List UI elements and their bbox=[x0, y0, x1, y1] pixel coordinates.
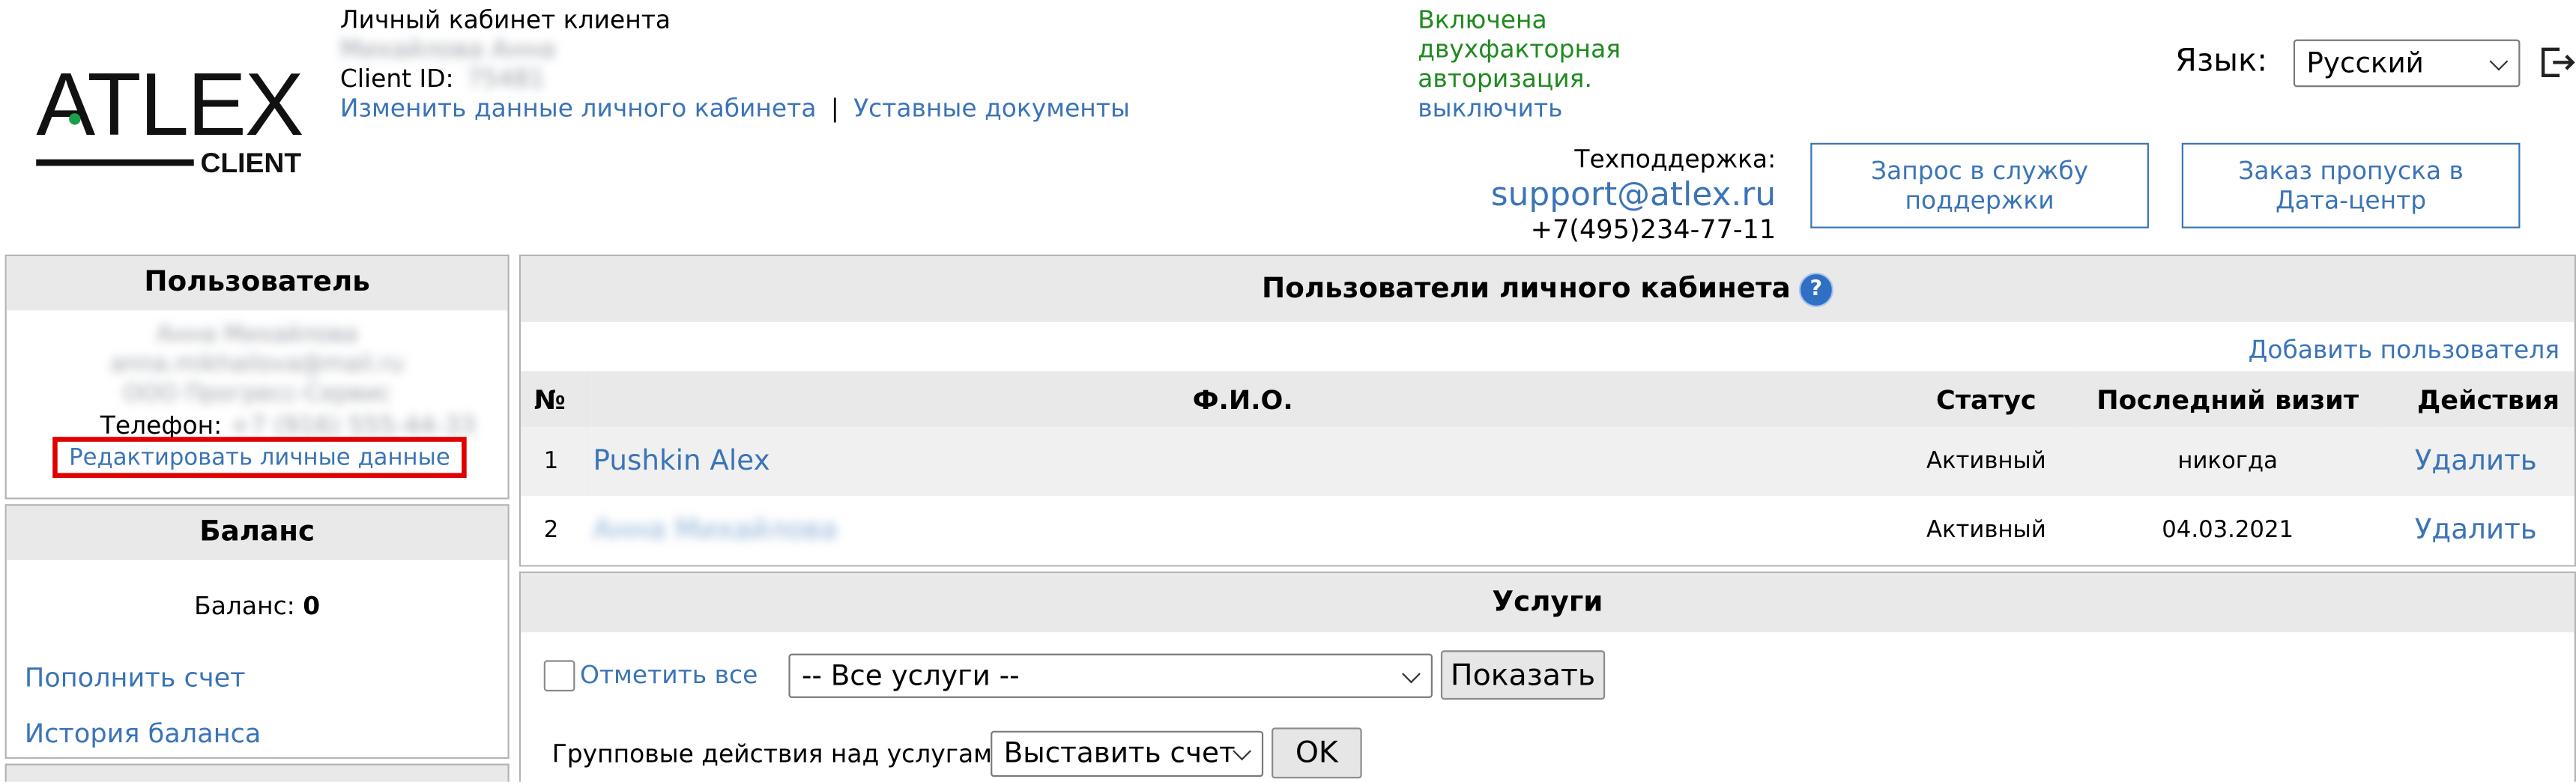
services-panel-title: Услуги bbox=[521, 573, 2575, 633]
row-num: 2 bbox=[543, 517, 559, 544]
edit-cabinet-link[interactable]: Изменить данные личного кабинета bbox=[340, 94, 817, 123]
language-select-value: Русский bbox=[2306, 46, 2424, 80]
help-icon[interactable]: ? bbox=[1798, 271, 1833, 306]
balance-panel: Баланс Баланс: 0 Пополнить счет История … bbox=[4, 504, 510, 759]
delete-user-link[interactable]: Удалить bbox=[2415, 514, 2537, 547]
delete-user-link[interactable]: Удалить bbox=[2415, 445, 2537, 478]
logo-underline bbox=[36, 159, 194, 166]
language-label: Язык: bbox=[2175, 43, 2268, 79]
services-select-value: -- Все услуги -- bbox=[801, 659, 1020, 693]
user-name-link[interactable]: Pushkin Alex bbox=[593, 445, 770, 478]
row-status: Активный bbox=[1926, 448, 2046, 475]
cabinet-title: Личный кабинет клиента bbox=[339, 4, 671, 35]
services-select[interactable]: -- Все услуги -- bbox=[788, 653, 1433, 698]
edit-personal-data-highlight: Редактировать личные данные bbox=[52, 437, 467, 479]
logo-green-dot bbox=[69, 113, 81, 125]
twofa-line1: Включена bbox=[1418, 4, 1547, 35]
charter-documents-link[interactable]: Уставные документы bbox=[853, 94, 1130, 123]
user-blurred-name: Анна Михайлова bbox=[156, 321, 358, 348]
row-name-cell: Анна Михайлова bbox=[591, 496, 1894, 565]
col-status: Статус bbox=[1935, 383, 2037, 415]
logo-main-text: ATLEX bbox=[36, 55, 304, 155]
balance-panel-title: Баланс bbox=[6, 506, 508, 560]
two-factor-status: Включена двухфакторная авторизация. выкл… bbox=[1418, 5, 1621, 124]
user-phone-row: Телефон: +7 (916) 555-44-33 bbox=[100, 410, 476, 440]
chevron-down-icon bbox=[1402, 664, 1421, 683]
balance-value: 0 bbox=[303, 591, 321, 621]
phone-label: Телефон: bbox=[100, 410, 223, 440]
row-last-visit: 04.03.2021 bbox=[2162, 517, 2294, 544]
chevron-down-icon bbox=[1233, 742, 1252, 761]
support-request-button[interactable]: Запрос в службу поддержки bbox=[1810, 142, 2149, 228]
atlex-logo: ATLEX CLIENT bbox=[36, 56, 315, 181]
link-separator: | bbox=[830, 93, 839, 124]
col-name: Ф.И.О. bbox=[1192, 383, 1293, 415]
ok-button[interactable]: OK bbox=[1272, 727, 1362, 779]
row-action-cell: Удалить bbox=[2377, 496, 2575, 565]
support-phone: +7(495)234-77-11 bbox=[1530, 213, 1777, 245]
col-num: № bbox=[533, 383, 566, 415]
row-num: 1 bbox=[543, 448, 559, 475]
row-name-cell: Pushkin Alex bbox=[591, 427, 1894, 496]
user-panel: Пользователь Анна Михайлова anna.mikhail… bbox=[4, 254, 510, 500]
users-panel: Пользователи личного кабинета ? Добавить… bbox=[518, 254, 2576, 567]
twofa-disable-link[interactable]: выключить bbox=[1418, 94, 1621, 123]
col-last-visit: Последний визит bbox=[2096, 383, 2359, 415]
table-row: 1 Pushkin Alex Активный никогда Удалить bbox=[521, 427, 2575, 497]
edit-personal-data-link[interactable]: Редактировать личные данные bbox=[69, 444, 450, 470]
select-all-checkbox[interactable] bbox=[543, 660, 575, 692]
balance-history-link[interactable]: История баланса bbox=[25, 718, 261, 749]
add-user-link[interactable]: Добавить пользователя bbox=[2249, 335, 2560, 364]
client-id-value: 75481 bbox=[466, 64, 545, 94]
row-action-cell: Удалить bbox=[2377, 427, 2575, 496]
chevron-down-icon bbox=[2489, 51, 2509, 70]
twofa-line3: авторизация. bbox=[1418, 64, 1592, 94]
table-row: 2 Анна Михайлова Активный 04.03.2021 Уда… bbox=[521, 496, 2575, 566]
client-id-label: Client ID: bbox=[339, 64, 454, 94]
logo-sub-text: CLIENT bbox=[200, 148, 302, 179]
col-actions: Действия bbox=[2416, 383, 2560, 415]
twofa-line2: двухфакторная bbox=[1418, 34, 1621, 64]
select-all-link[interactable]: Отметить все bbox=[580, 660, 758, 689]
user-blurred-email: anna.mikhailova@mail.ru bbox=[110, 351, 405, 378]
balance-row: Баланс: 0 bbox=[7, 591, 508, 620]
row-last-visit: никогда bbox=[2177, 448, 2278, 475]
users-panel-title: Пользователи личного кабинета bbox=[1262, 272, 1791, 306]
users-table: № Ф.И.О. Статус Последний визит Действия… bbox=[521, 371, 2575, 566]
group-action-select-value: Выставить счет bbox=[1003, 737, 1236, 771]
show-button[interactable]: Показать bbox=[1440, 650, 1606, 700]
group-action-select[interactable]: Выставить счет bbox=[991, 730, 1264, 778]
support-label: Техподдержка: bbox=[1574, 144, 1777, 175]
support-email-link[interactable]: support@atlex.ru bbox=[1413, 174, 1776, 213]
user-name-link[interactable]: Анна Михайлова bbox=[593, 514, 838, 547]
row-status: Активный bbox=[1926, 517, 2046, 544]
next-panel-stub bbox=[4, 763, 510, 782]
group-actions-label: Групповые действия над услугами bbox=[551, 739, 1009, 769]
topup-link[interactable]: Пополнить счет bbox=[25, 662, 246, 694]
language-select[interactable]: Русский bbox=[2293, 39, 2521, 88]
user-panel-title: Пользователь bbox=[6, 256, 508, 311]
balance-label: Баланс: bbox=[194, 591, 295, 621]
client-name: Михайлова Анна bbox=[339, 34, 556, 64]
add-user-row: Добавить пользователя bbox=[521, 322, 2575, 372]
header-links: Изменить данные личного кабинета | Устав… bbox=[340, 94, 1130, 123]
datacenter-pass-button[interactable]: Заказ пропуска в Дата-центр bbox=[2181, 142, 2521, 228]
users-panel-header: Пользователи личного кабинета ? bbox=[521, 256, 2575, 322]
users-table-header: № Ф.И.О. Статус Последний визит Действия bbox=[521, 371, 2575, 428]
logout-icon[interactable] bbox=[2536, 43, 2576, 82]
phone-value: +7 (916) 555-44-33 bbox=[229, 410, 476, 440]
user-blurred-company: ООО Прогресс-Сервис bbox=[123, 381, 391, 407]
